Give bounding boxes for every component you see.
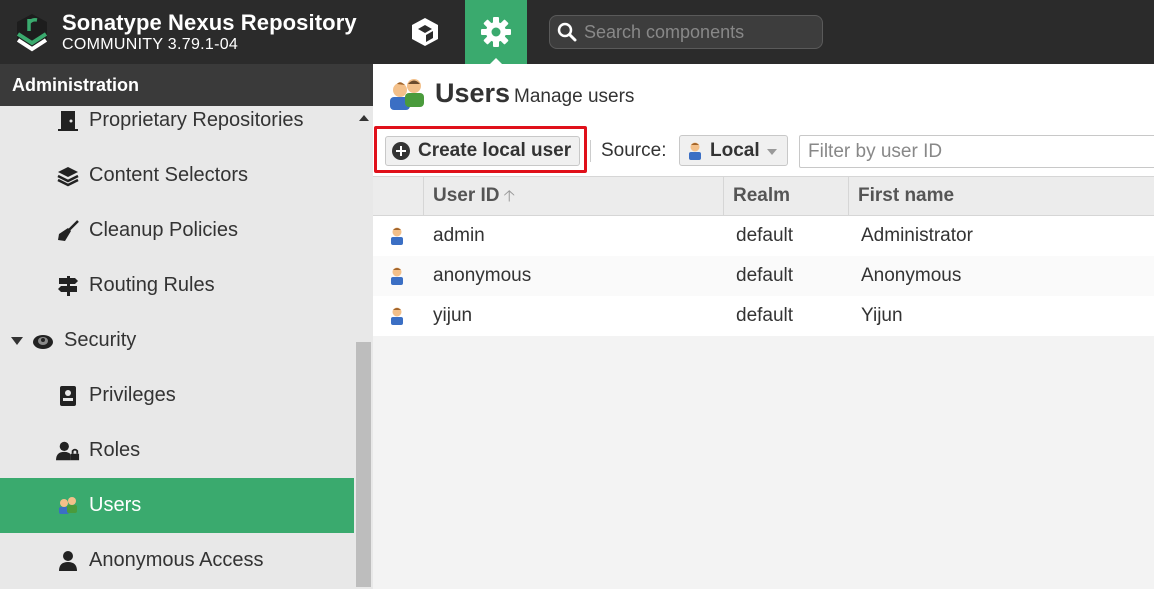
sidebar-title: Administration	[0, 64, 373, 106]
column-header-first-name[interactable]: First name	[848, 177, 1154, 215]
column-header-label: Realm	[733, 185, 791, 206]
create-local-user-label: Create local user	[418, 140, 572, 161]
user-icon	[56, 549, 80, 573]
sidebar-item-users[interactable]: Users	[0, 478, 354, 533]
sidebar-item-routing-rules[interactable]: Routing Rules	[0, 258, 354, 313]
chevron-down-icon	[767, 149, 777, 155]
administration-button[interactable]	[465, 0, 527, 64]
layers-icon	[56, 164, 80, 188]
broom-icon	[56, 219, 80, 243]
signpost-icon	[56, 274, 80, 298]
sort-ascending-icon: 🡡	[503, 188, 516, 205]
search-input[interactable]	[584, 20, 814, 44]
cell-realm: default	[736, 265, 794, 286]
sidebar-item-label: Anonymous Access	[89, 549, 264, 571]
toolbar-divider	[590, 140, 591, 162]
user-lock-icon	[56, 439, 80, 463]
door-icon	[56, 109, 80, 133]
nexus-logo[interactable]	[14, 12, 50, 52]
security-icon	[31, 329, 55, 353]
sidebar-group-security[interactable]: Security	[0, 313, 354, 368]
column-header-realm[interactable]: Realm	[723, 177, 848, 215]
badge-icon	[56, 384, 80, 408]
source-dropdown[interactable]: Local	[679, 135, 788, 166]
sidebar-item-cleanup-policies[interactable]: Cleanup Policies	[0, 203, 354, 258]
page-title: Users	[435, 78, 511, 108]
scrollbar-thumb[interactable]	[356, 342, 371, 587]
source-value: Local	[710, 140, 760, 161]
user-icon	[391, 227, 403, 245]
browse-button[interactable]	[394, 0, 456, 64]
search-icon	[557, 22, 577, 42]
sidebar-item-label: Privileges	[89, 384, 176, 406]
sidebar-scrollbar[interactable]	[354, 106, 373, 589]
gear-icon	[481, 17, 511, 47]
source-label: Source:	[601, 140, 667, 161]
table-row[interactable]: admin default Administrator	[373, 216, 1154, 256]
plus-circle-icon	[392, 142, 410, 160]
sidebar-item-privileges[interactable]: Privileges	[0, 368, 354, 423]
sidebar-item-anonymous-access[interactable]: Anonymous Access	[0, 533, 354, 588]
create-local-user-button[interactable]: Create local user	[385, 136, 580, 166]
filter-input[interactable]	[799, 135, 1154, 168]
main-panel: Users Manage users Create local user Sou…	[373, 64, 1154, 589]
cell-realm: default	[736, 225, 794, 246]
toolbar: Create local user Source: Local	[373, 126, 1154, 176]
user-icon	[391, 307, 403, 325]
table-header: User ID 🡡 Realm First name	[373, 176, 1154, 216]
column-header-label: User ID	[433, 185, 500, 206]
user-icon	[689, 142, 701, 160]
product-name: Sonatype Nexus Repository	[62, 10, 357, 35]
users-icon	[56, 494, 80, 518]
cell-first-name: Administrator	[861, 225, 973, 246]
expand-triangle-icon[interactable]	[11, 337, 23, 345]
cell-realm: default	[736, 305, 794, 326]
cell-first-name: Anonymous	[861, 265, 962, 286]
sidebar-item-label: Security	[64, 329, 137, 351]
column-header-label: First name	[858, 185, 955, 206]
cell-user-id: admin	[433, 225, 485, 246]
sidebar-item-label: Proprietary Repositories	[89, 109, 304, 131]
search-box[interactable]	[549, 15, 823, 49]
sidebar-item-label: Cleanup Policies	[89, 219, 238, 241]
sidebar-item-label: Users	[89, 494, 142, 516]
column-header-user-id[interactable]: User ID 🡡	[423, 177, 723, 215]
page-header: Users Manage users	[373, 64, 1154, 126]
sidebar: Administration Proprietary Repositories …	[0, 64, 373, 589]
cube-icon	[412, 18, 438, 46]
sidebar-item-label: Roles	[89, 439, 141, 461]
table-row[interactable]: yijun default Yijun	[373, 296, 1154, 336]
sidebar-item-label: Content Selectors	[89, 164, 248, 186]
user-icon	[391, 267, 403, 285]
sidebar-nav: Proprietary Repositories Content Selecto…	[0, 106, 354, 589]
users-icon	[390, 79, 424, 110]
cell-user-id: yijun	[433, 305, 473, 326]
top-header: Sonatype Nexus Repository COMMUNITY 3.79…	[0, 0, 1154, 64]
product-edition: COMMUNITY 3.79.1-04	[62, 36, 239, 53]
sidebar-item-proprietary-repositories[interactable]: Proprietary Repositories	[0, 106, 354, 148]
icon-column-header	[373, 177, 423, 215]
sidebar-item-content-selectors[interactable]: Content Selectors	[0, 148, 354, 203]
page-subtitle: Manage users	[514, 86, 635, 107]
scroll-up-arrow-icon[interactable]	[359, 115, 369, 121]
table-row[interactable]: anonymous default Anonymous	[373, 256, 1154, 296]
sidebar-item-label: Routing Rules	[89, 274, 215, 296]
cell-user-id: anonymous	[433, 265, 532, 286]
sidebar-item-roles[interactable]: Roles	[0, 423, 354, 478]
cell-first-name: Yijun	[861, 305, 903, 326]
